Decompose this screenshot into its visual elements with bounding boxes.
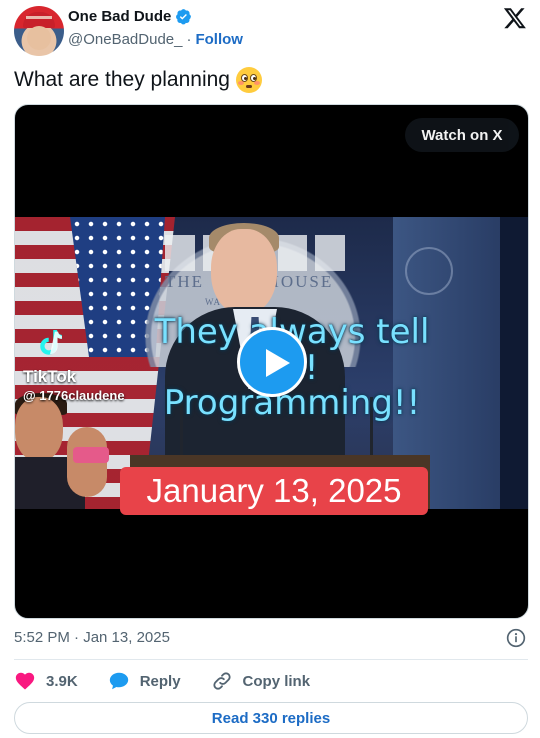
separator-dot: · [186,31,192,48]
read-replies-button[interactable]: Read 330 replies [14,702,528,734]
verified-badge-icon [176,9,192,25]
author-handle[interactable]: @OneBadDude_ [68,31,182,48]
avatar[interactable] [14,6,64,56]
date-banner: January 13, 2025 [120,467,428,515]
reply-button[interactable]: Reply [108,670,181,692]
link-icon [212,672,231,690]
tiktok-brand-text: TikTok [23,367,77,386]
x-logo-icon[interactable] [503,6,527,30]
tweet-timestamp[interactable]: 5:52 PM · Jan 13, 2025 [14,629,170,646]
divider [14,659,528,660]
reply-label: Reply [139,672,181,690]
embedded-tweet-card: One Bad Dude @OneBadDude_ · Follow What … [0,0,540,738]
tweet-actions: 3.9K Reply Copy link [14,670,340,692]
like-count: 3.9K [46,672,78,690]
author-handle-row: @OneBadDude_ · Follow [68,31,243,48]
like-button[interactable]: 3.9K [14,670,78,692]
video-player[interactable]: THE HOUSE WA TON [14,104,529,619]
inset-person-image [15,393,120,509]
backdrop-right-seal [405,247,453,295]
tiktok-logo-icon [40,330,62,355]
heart-icon [15,672,35,690]
flushed-face-emoji-icon [235,67,262,93]
play-icon[interactable] [237,327,307,397]
copy-link-label: Copy link [242,672,311,690]
overlay-line-2: Programming!! [163,383,421,424]
face-shape [27,26,51,50]
watch-on-x-button[interactable]: Watch on X [405,118,519,152]
follow-button[interactable]: Follow [195,31,243,48]
tweet-text: What are they planning [14,67,262,93]
author-name[interactable]: One Bad Dude [68,8,171,25]
tiktok-handle-text: @ 1776claudene [23,388,125,403]
cap-text-shape [26,16,52,19]
speaker-head-shape [211,229,277,315]
copy-link-button[interactable]: Copy link [211,670,311,692]
author-name-row: One Bad Dude [68,8,192,25]
reply-bubble-icon [109,672,128,690]
tweet-body: What are they planning [14,68,230,91]
info-icon[interactable] [506,628,526,648]
